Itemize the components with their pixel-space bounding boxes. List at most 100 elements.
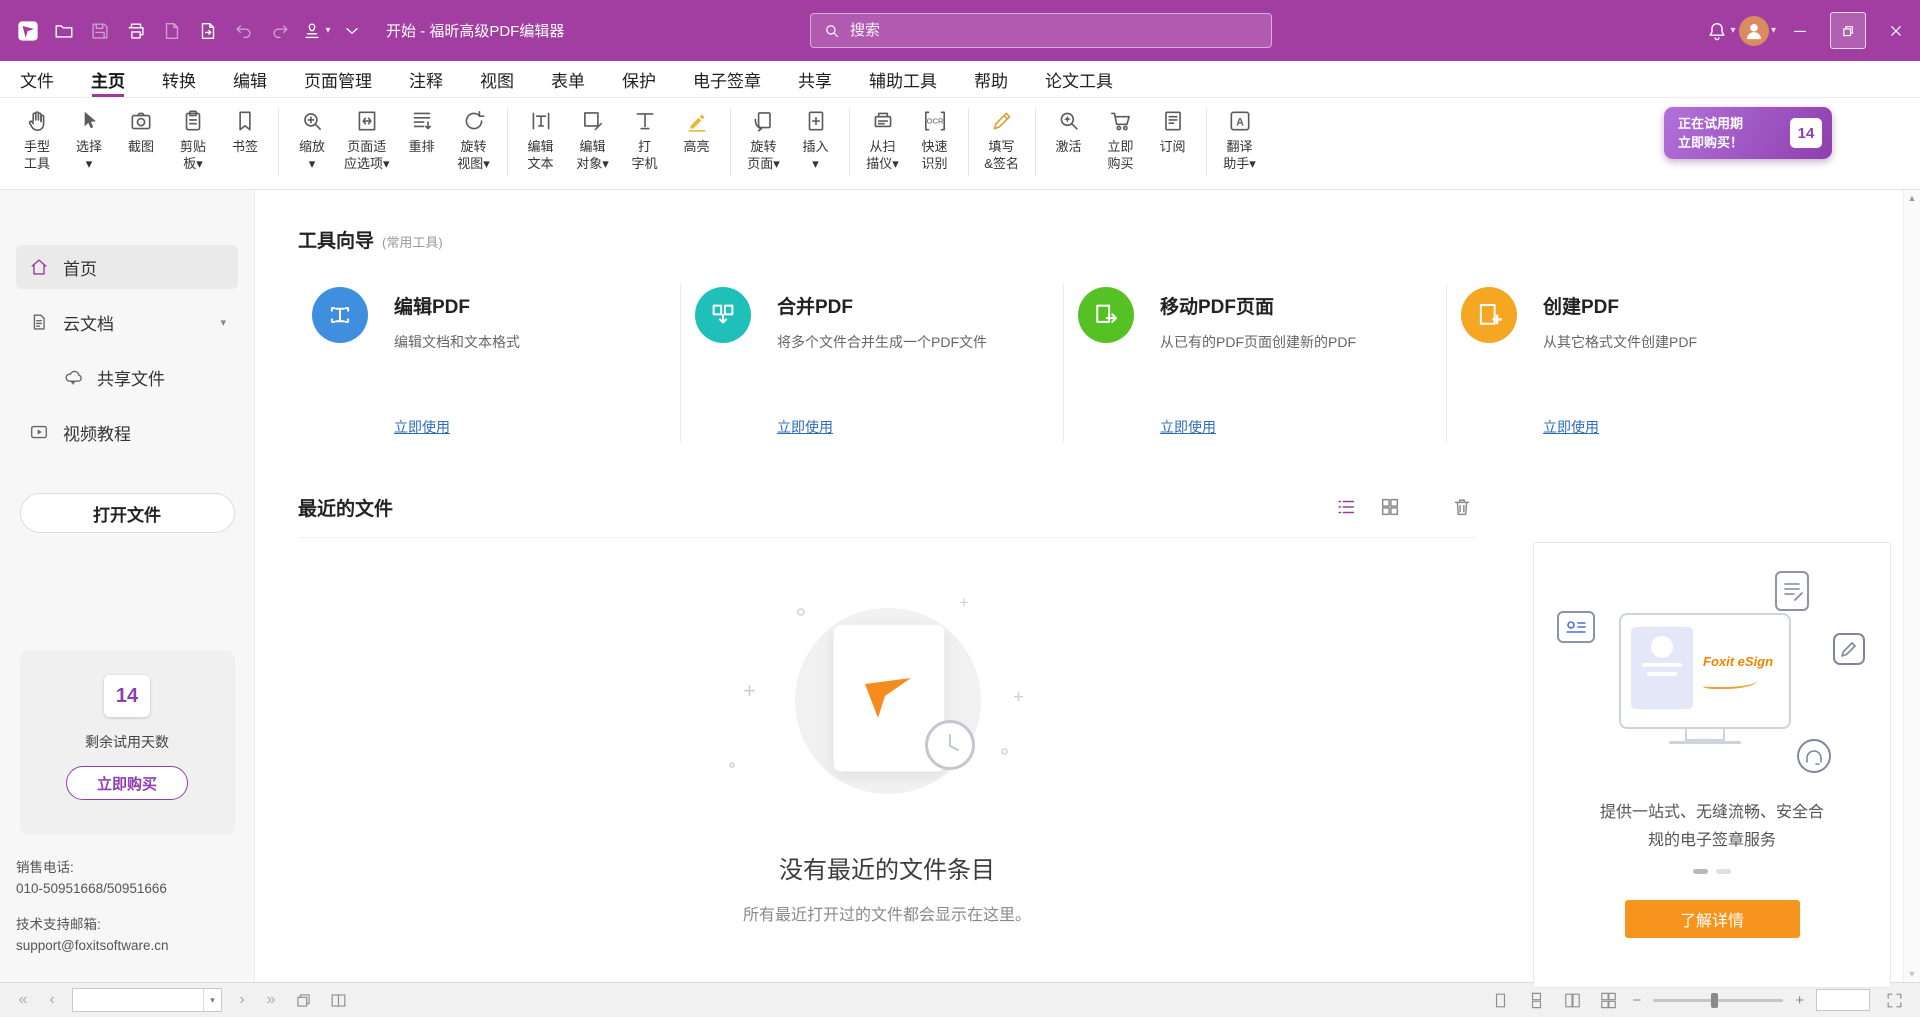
ribbon-tool-bookmark[interactable]: 书签 (222, 105, 268, 158)
carousel-dot[interactable] (1716, 869, 1731, 874)
zoom-out-button[interactable]: − (1632, 992, 1641, 1009)
ribbon-toolbar: 手型 工具 选择 ▾ 截图 剪贴 板▾ 书签 缩放 ▾ 页面适 应选项▾ (0, 98, 1920, 190)
undo-icon[interactable] (226, 12, 262, 50)
support-email-address[interactable]: support@foxitsoftware.cn (16, 936, 238, 957)
ribbon-tool-ocr[interactable]: OCR 快速 识别 (912, 105, 958, 175)
zoom-slider[interactable] (1653, 999, 1783, 1002)
sidebar-item-shared-files[interactable]: 共享文件 (16, 355, 238, 399)
page-number-box[interactable]: ▾ (72, 988, 222, 1012)
ribbon-tool-insert[interactable]: 插入 ▾ (793, 105, 839, 175)
ribbon-tool-zoom[interactable]: 缩放 ▾ (289, 105, 335, 175)
ribbon-tool-hand[interactable]: 手型 工具 (14, 105, 60, 175)
continuous-facing-view-icon[interactable] (1596, 988, 1620, 1012)
menu-accessibility[interactable]: 辅助工具 (869, 61, 937, 97)
scroll-down-icon[interactable]: ▼ (1908, 969, 1917, 979)
minimize-button[interactable] (1776, 0, 1824, 61)
list-view-icon[interactable] (1332, 493, 1360, 521)
page-number-input[interactable] (73, 989, 203, 1011)
facing-view-icon[interactable] (1560, 988, 1584, 1012)
next-page-button[interactable]: › (233, 991, 251, 1009)
trash-icon[interactable] (1448, 493, 1476, 521)
menu-help[interactable]: 帮助 (974, 61, 1008, 97)
ribbon-tool-fill-sign[interactable]: 填写 &签名 (979, 105, 1025, 175)
clone-view-icon[interactable] (291, 988, 315, 1012)
zoom-value-box[interactable] (1816, 989, 1870, 1011)
hide-ribbon-icon[interactable] (334, 12, 370, 50)
single-page-view-icon[interactable] (1488, 988, 1512, 1012)
use-now-link[interactable]: 立即使用 (1160, 417, 1216, 437)
redo-icon[interactable] (262, 12, 298, 50)
scroll-up-icon[interactable]: ▲ (1908, 193, 1917, 203)
menu-protect[interactable]: 保护 (622, 61, 656, 97)
quick-sign-icon[interactable]: ▾ (298, 12, 334, 50)
menu-esign[interactable]: 电子签章 (693, 61, 761, 97)
grid-view-icon[interactable] (1376, 493, 1404, 521)
restore-button[interactable] (1824, 0, 1872, 61)
ribbon-tool-highlight[interactable]: 高亮 (674, 105, 720, 158)
chevron-down-icon[interactable]: ▾ (203, 989, 221, 1011)
ribbon-tool-activate[interactable]: 激活 (1046, 105, 1092, 158)
ribbon-tool-rotate-pages[interactable]: 旋转 页面▾ (741, 105, 787, 175)
close-button[interactable] (1872, 0, 1920, 61)
menu-file[interactable]: 文件 (20, 61, 54, 97)
zoom-in-button[interactable]: + (1795, 992, 1804, 1009)
ribbon-tool-buy[interactable]: 立即 购买 (1098, 105, 1144, 175)
ribbon-tool-select[interactable]: 选择 ▾ (66, 105, 112, 175)
menu-edit[interactable]: 编辑 (233, 61, 267, 97)
search-input[interactable] (850, 22, 1259, 39)
previous-page-button[interactable]: ‹ (43, 991, 61, 1009)
ribbon-tool-clipboard[interactable]: 剪贴 板▾ (170, 105, 216, 175)
share-document-icon[interactable] (190, 12, 226, 50)
split-view-icon[interactable] (326, 988, 350, 1012)
menu-page-management[interactable]: 页面管理 (304, 61, 372, 97)
notifications-bell-icon[interactable]: ▾ (1703, 12, 1739, 50)
sidebar-item-home[interactable]: 首页 (16, 245, 238, 289)
ribbon-tool-rotate-view[interactable]: 旋转 视图▾ (451, 105, 497, 175)
first-page-button[interactable]: « (14, 991, 32, 1009)
zoom-slider-thumb[interactable] (1711, 993, 1718, 1008)
ribbon-tool-edit-text[interactable]: 编辑 文本 (518, 105, 564, 175)
menu-view[interactable]: 视图 (480, 61, 514, 97)
ribbon-tool-translate[interactable]: A 翻译 助手▾ (1217, 105, 1263, 175)
buy-now-button[interactable]: 立即购买 (66, 766, 188, 800)
search-box[interactable] (810, 13, 1272, 48)
carousel-dot[interactable] (1693, 869, 1708, 874)
menu-convert[interactable]: 转换 (162, 61, 196, 97)
vertical-scrollbar[interactable]: ▲ ▼ (1903, 190, 1920, 982)
learn-more-button[interactable]: 了解详情 (1625, 900, 1800, 938)
open-file-button[interactable]: 打开文件 (20, 493, 235, 533)
menu-form[interactable]: 表单 (551, 61, 585, 97)
use-now-link[interactable]: 立即使用 (1543, 417, 1599, 437)
ribbon-tool-snapshot[interactable]: 截图 (118, 105, 164, 158)
menu-share[interactable]: 共享 (798, 61, 832, 97)
card-create-pdf[interactable]: 创建PDF 从其它格式文件创建PDF 立即使用 (1447, 283, 1830, 443)
ribbon-tool-typewriter[interactable]: 打 字机 (622, 105, 668, 175)
export-document-icon[interactable] (154, 12, 190, 50)
account-menu[interactable]: ▾ (1739, 12, 1776, 50)
use-now-link[interactable]: 立即使用 (394, 417, 450, 437)
ribbon-tool-subscribe[interactable]: 订阅 (1150, 105, 1196, 158)
trial-banner[interactable]: 正在试用期 立即购买！ 14 (1664, 107, 1832, 159)
chevron-down-icon[interactable]: ▾ (220, 316, 226, 329)
open-file-icon[interactable] (46, 12, 82, 50)
sidebar-item-video-tutorials[interactable]: 视频教程 (16, 410, 238, 454)
ribbon-tool-reflow[interactable]: 重排 (399, 105, 445, 158)
menu-home[interactable]: 主页 (91, 61, 125, 97)
avatar[interactable] (1739, 16, 1769, 46)
ribbon-tool-scanner[interactable]: 从扫 描仪▾ (860, 105, 906, 175)
foxit-pdf-editor-window: ▾ 开始 - 福昕高级PDF编辑器 ▾ ▾ (0, 0, 1920, 1017)
save-icon[interactable] (82, 12, 118, 50)
print-icon[interactable] (118, 12, 154, 50)
menu-paper-tools[interactable]: 论文工具 (1045, 61, 1113, 97)
sidebar-item-cloud-docs[interactable]: 云文档 ▾ (16, 300, 238, 344)
ribbon-tool-fit-options[interactable]: 页面适 应选项▾ (341, 105, 393, 175)
use-now-link[interactable]: 立即使用 (777, 417, 833, 437)
menu-comment[interactable]: 注释 (409, 61, 443, 97)
last-page-button[interactable]: » (262, 991, 280, 1009)
card-edit-pdf[interactable]: 编辑PDF 编辑文档和文本格式 立即使用 (298, 283, 681, 443)
card-move-pdf-pages[interactable]: 移动PDF页面 从已有的PDF页面创建新的PDF 立即使用 (1064, 283, 1447, 443)
fullscreen-icon[interactable] (1882, 988, 1906, 1012)
ribbon-tool-edit-object[interactable]: 编辑 对象▾ (570, 105, 616, 175)
card-merge-pdf[interactable]: 合并PDF 将多个文件合并生成一个PDF文件 立即使用 (681, 283, 1064, 443)
continuous-view-icon[interactable] (1524, 988, 1548, 1012)
